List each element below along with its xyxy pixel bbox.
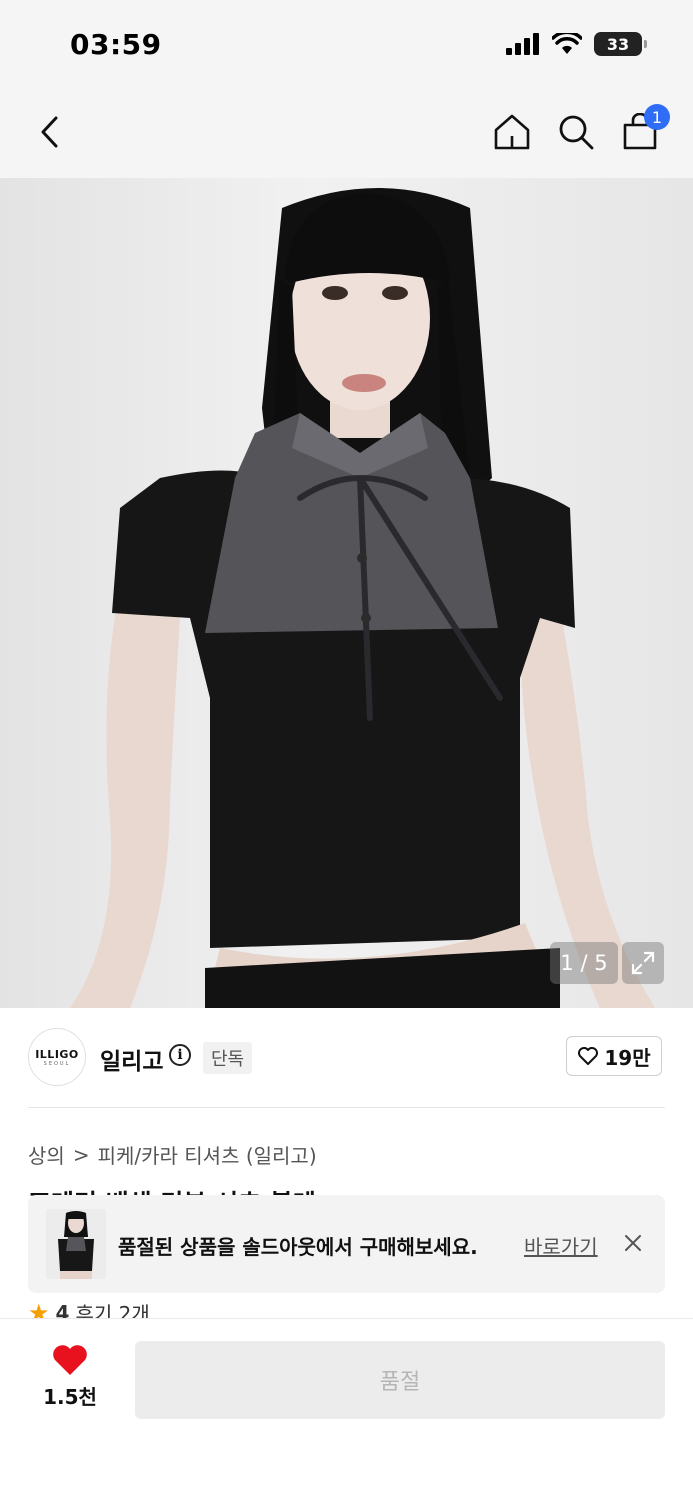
toast-message: 품절된 상품을 솔드아웃에서 구매해보세요. — [118, 1235, 478, 1259]
battery-icon: 33 — [594, 32, 642, 56]
status-bar: 03:59 33 — [0, 0, 693, 92]
divider — [28, 1107, 665, 1108]
search-button[interactable] — [554, 110, 598, 154]
soldout-toast: 품절된 상품을 솔드아웃에서 구매해보세요. 바로가기 — [28, 1195, 665, 1293]
brand-row: ILLIGO SEOUL 일리고 i 단독 19만 — [0, 1008, 693, 1108]
expand-image-button[interactable] — [622, 942, 664, 984]
cart-count-badge: 1 — [644, 104, 670, 130]
bottom-purchase-bar: 1.5천 품절 — [0, 1318, 693, 1501]
battery-cap — [644, 40, 647, 48]
back-button[interactable] — [28, 110, 72, 154]
brand-logo-subtext: SEOUL — [43, 1060, 71, 1067]
status-icons: 33 — [506, 32, 647, 56]
exclusive-badge: 단독 — [203, 1042, 253, 1074]
breadcrumb-subcategory[interactable]: 피케/카라 티셔츠 (일리고) — [98, 1140, 317, 1169]
wifi-icon — [552, 33, 582, 54]
status-time: 03:59 — [70, 28, 162, 61]
product-photo-model — [70, 188, 655, 1008]
breadcrumb-category[interactable]: 상의 — [28, 1140, 65, 1169]
brand-logo-text: ILLIGO — [35, 1047, 79, 1061]
brand-logo[interactable]: ILLIGO SEOUL — [28, 1028, 86, 1086]
brand-name[interactable]: 일리고 — [100, 1042, 163, 1076]
close-icon — [625, 1235, 641, 1251]
wishlist-button[interactable]: 1.5천 — [30, 1343, 110, 1410]
home-icon — [494, 114, 530, 150]
soldout-button[interactable]: 품절 — [135, 1341, 665, 1419]
cart-button[interactable]: 1 — [618, 104, 670, 154]
info-icon[interactable]: i — [169, 1044, 191, 1066]
product-image-gallery[interactable]: 1 / 5 — [0, 178, 693, 1008]
thumbnail-image — [46, 1209, 106, 1279]
toast-close-button[interactable] — [622, 1232, 644, 1254]
breadcrumb: 상의 > 피케/카라 티셔츠 (일리고) — [28, 1140, 317, 1169]
search-icon — [559, 115, 594, 150]
wishlist-count: 1.5천 — [43, 1385, 97, 1409]
heart-filled-icon — [53, 1345, 87, 1375]
toast-go-link[interactable]: 바로가기 — [524, 1231, 598, 1260]
heart-outline-icon — [578, 1047, 599, 1065]
image-counter: 1 / 5 — [550, 942, 618, 984]
expand-icon — [631, 951, 655, 975]
signal-icon — [506, 33, 539, 55]
chevron-left-icon — [41, 116, 58, 148]
brand-like-button[interactable]: 19만 — [566, 1036, 662, 1076]
battery-level: 33 — [606, 34, 630, 54]
toast-thumbnail — [46, 1209, 106, 1279]
home-button[interactable] — [490, 110, 534, 154]
chevron-right-icon: > — [72, 1142, 90, 1167]
brand-like-count: 19만 — [604, 1045, 651, 1070]
nav-bar: 1 — [0, 92, 693, 178]
